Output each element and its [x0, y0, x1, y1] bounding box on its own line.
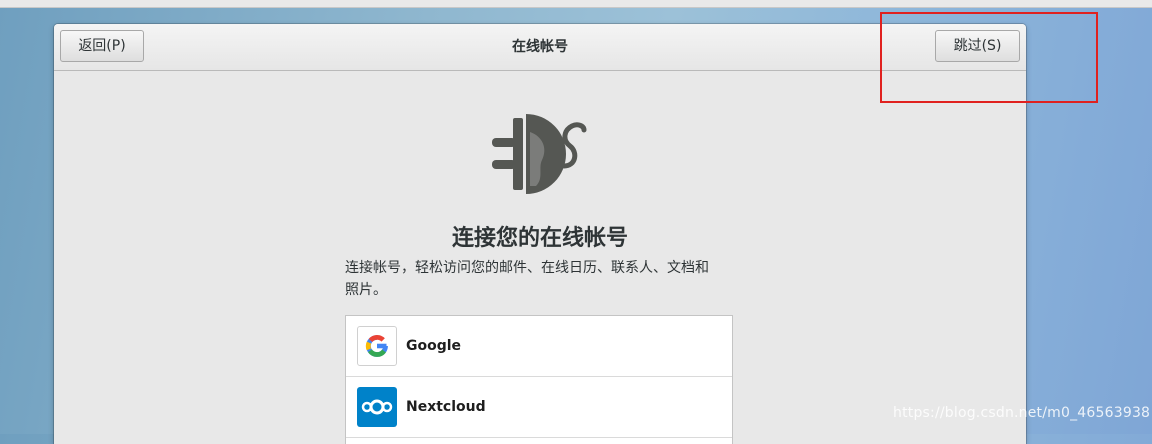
provider-name: Nextcloud — [406, 399, 486, 415]
provider-item-google[interactable]: Google — [346, 316, 732, 377]
provider-list: Google Nextcloud — [345, 315, 733, 444]
online-accounts-icon — [492, 114, 587, 194]
page-heading: 连接您的在线帐号 — [451, 226, 628, 251]
description-line: 连接帐号，轻松访问您的邮件、在线日历、联系人、文档和 — [345, 260, 709, 276]
provider-name: Google — [406, 338, 462, 354]
top-panel — [0, 0, 1152, 8]
description-line: 照片。 — [345, 282, 387, 298]
nextcloud-icon — [357, 387, 397, 427]
provider-item-nextcloud[interactable]: Nextcloud — [346, 377, 732, 438]
page-description: 连接帐号，轻松访问您的邮件、在线日历、联系人、文档和 照片。 — [345, 257, 737, 301]
highlight-box — [880, 12, 1098, 103]
google-icon — [357, 326, 397, 366]
watermark: https://blog.csdn.net/m0_46563938 — [893, 405, 1151, 421]
